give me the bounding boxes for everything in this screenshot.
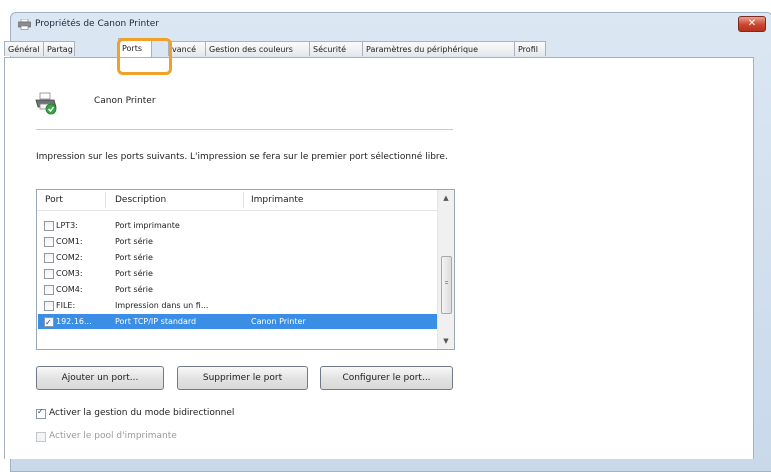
ports-tab-highlight <box>117 38 172 75</box>
ports-list[interactable]: Port Description Imprimante LPT3: Port i… <box>36 189 455 350</box>
tab-color-management[interactable]: Gestion des couleurs <box>205 41 310 56</box>
port-name: COM2: <box>56 253 83 262</box>
port-name: COM1: <box>56 237 83 246</box>
printer-check-icon <box>35 92 57 115</box>
tab-advanced[interactable]: vancé <box>168 41 206 56</box>
ports-description: Impression sur les ports suivants. L'imp… <box>36 152 448 162</box>
tab-security[interactable]: Sécurité <box>309 41 363 56</box>
port-name: COM3: <box>56 269 83 278</box>
list-item[interactable]: LPT3: Port imprimante <box>38 218 438 233</box>
port-name: LPT3: <box>56 221 78 230</box>
tab-general[interactable]: Général <box>4 41 44 56</box>
scroll-up-icon[interactable]: ▲ <box>438 190 454 206</box>
list-item[interactable]: COM2: Port série <box>38 250 438 265</box>
tab-profile[interactable]: Profil <box>514 41 546 56</box>
port-description: Impression dans un fi... <box>115 301 209 310</box>
scroll-down-icon[interactable]: ▼ <box>438 333 454 349</box>
delete-port-button[interactable]: Supprimer le port <box>177 366 308 390</box>
scrollbar-thumb[interactable] <box>441 256 452 314</box>
window-title: Propriétés de Canon Printer <box>35 19 159 29</box>
port-checkbox[interactable] <box>44 237 54 247</box>
close-button[interactable]: ✕ <box>738 16 766 32</box>
separator <box>36 129 453 130</box>
grip-icon <box>445 281 448 284</box>
port-description: Port série <box>115 253 153 262</box>
list-header: Port Description Imprimante <box>37 190 438 211</box>
list-item[interactable]: COM4: Port série <box>38 282 438 297</box>
list-item[interactable]: COM3: Port série <box>38 266 438 281</box>
column-header-description[interactable]: Description <box>115 195 166 205</box>
title-bar[interactable]: Propriétés de Canon Printer ✕ <box>11 13 771 37</box>
printer-pool-checkbox[interactable] <box>36 432 46 442</box>
column-header-printer[interactable]: Imprimante <box>251 195 303 205</box>
configure-port-button[interactable]: Configurer le port... <box>320 366 453 390</box>
column-divider[interactable] <box>105 192 106 208</box>
port-description: Port série <box>115 269 153 278</box>
list-item-selected[interactable]: 192.16... Port TCP/IP standard Canon Pri… <box>38 314 438 330</box>
bidirectional-checkbox[interactable] <box>36 407 46 419</box>
add-port-button[interactable]: Ajouter un port... <box>36 366 164 390</box>
port-description: Port série <box>115 285 153 294</box>
tab-device-settings[interactable]: Paramètres du périphérique <box>362 41 515 56</box>
list-item[interactable]: COM1: Port série <box>38 234 438 249</box>
printer-pool-label: Activer le pool d'imprimante <box>49 431 177 441</box>
printer-name: Canon Printer <box>94 96 156 106</box>
port-name: FILE: <box>56 301 76 310</box>
printer-icon <box>18 19 31 30</box>
port-name: 192.16... <box>56 317 92 326</box>
port-checkbox[interactable] <box>44 285 54 295</box>
port-checkbox[interactable] <box>44 221 54 231</box>
port-checkbox[interactable] <box>44 315 54 330</box>
port-description: Port TCP/IP standard <box>115 317 197 326</box>
column-header-port[interactable]: Port <box>45 195 63 205</box>
port-description: Port série <box>115 237 153 246</box>
port-printer: Canon Printer <box>251 317 306 326</box>
port-description: Port imprimante <box>115 221 180 230</box>
port-name: COM4: <box>56 285 83 294</box>
port-checkbox[interactable] <box>44 253 54 263</box>
list-scrollbar[interactable]: ▲ ▼ <box>437 190 454 349</box>
port-checkbox[interactable] <box>44 269 54 279</box>
tab-sharing[interactable]: Partag <box>43 41 75 56</box>
bidirectional-label: Activer la gestion du mode bidirectionne… <box>49 408 235 418</box>
port-checkbox[interactable] <box>44 301 54 311</box>
column-divider[interactable] <box>243 192 244 208</box>
list-item[interactable]: FILE: Impression dans un fi... <box>38 298 438 313</box>
